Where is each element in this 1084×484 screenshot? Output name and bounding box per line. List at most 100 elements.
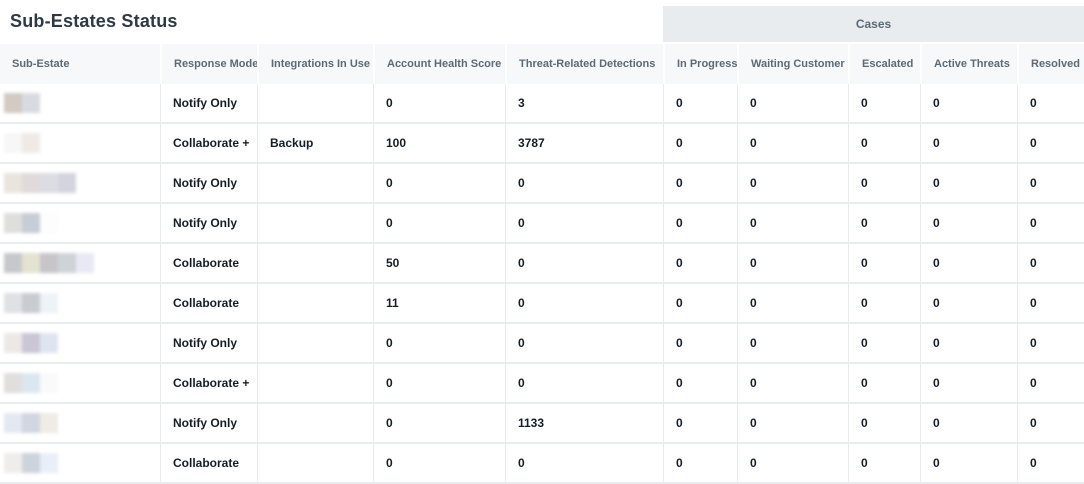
threat-related-detections-cell: 0 xyxy=(505,284,663,322)
page-title: Sub-Estates Status xyxy=(0,0,663,44)
cases-resolved-cell: 0 xyxy=(1017,364,1084,402)
threat-related-detections-cell: 1133 xyxy=(505,404,663,442)
cases-group-header: Cases xyxy=(663,6,1084,44)
response-mode-cell: Collaborate + xyxy=(160,124,257,162)
response-mode-cell: Collaborate xyxy=(160,284,257,322)
redacted-sub-estate-name xyxy=(4,293,58,313)
cases-escalated-cell: 0 xyxy=(848,164,920,202)
column-header-active-threats: Active Threats xyxy=(920,44,1017,84)
cases-in-progress-cell: 0 xyxy=(663,204,737,242)
account-health-score-cell: 11 xyxy=(373,284,505,322)
cases-escalated-cell: 0 xyxy=(848,84,920,122)
threat-related-detections-cell: 3787 xyxy=(505,124,663,162)
column-header-waiting-customer: Waiting Customer xyxy=(737,44,848,84)
column-header-account-health-score: Account Health Score xyxy=(373,44,505,84)
sub-estates-status-panel: Sub-Estates Status Cases Sub-Estate Resp… xyxy=(0,0,1084,484)
column-header-response-mode: Response Mode xyxy=(160,44,257,84)
redacted-sub-estate-name xyxy=(4,213,58,233)
sub-estate-cell xyxy=(0,284,160,322)
cases-in-progress-cell: 0 xyxy=(663,284,737,322)
cases-escalated-cell: 0 xyxy=(848,404,920,442)
table-row[interactable]: Collaborate + 0 0 0 0 0 0 0 xyxy=(0,364,1084,404)
cases-escalated-cell: 0 xyxy=(848,204,920,242)
sub-estate-cell xyxy=(0,244,160,282)
cases-active-threats-cell: 0 xyxy=(920,284,1017,322)
sub-estate-cell xyxy=(0,444,160,482)
cases-active-threats-cell: 0 xyxy=(920,324,1017,362)
account-health-score-cell: 0 xyxy=(373,364,505,402)
response-mode-cell: Collaborate xyxy=(160,444,257,482)
threat-related-detections-cell: 0 xyxy=(505,164,663,202)
sub-estate-cell xyxy=(0,164,160,202)
cases-in-progress-cell: 0 xyxy=(663,324,737,362)
cases-in-progress-cell: 0 xyxy=(663,124,737,162)
table-row[interactable]: Collaborate + Backup 100 3787 0 0 0 0 0 xyxy=(0,124,1084,164)
cases-active-threats-cell: 0 xyxy=(920,444,1017,482)
integrations-in-use-cell xyxy=(257,284,373,322)
cases-waiting-customer-cell: 0 xyxy=(737,84,848,122)
cases-escalated-cell: 0 xyxy=(848,324,920,362)
account-health-score-cell: 0 xyxy=(373,404,505,442)
table-row[interactable]: Collaborate 11 0 0 0 0 0 0 xyxy=(0,284,1084,324)
sub-estate-cell xyxy=(0,324,160,362)
cases-active-threats-cell: 0 xyxy=(920,244,1017,282)
table-row[interactable]: Notify Only 0 3 0 0 0 0 0 xyxy=(0,84,1084,124)
cases-active-threats-cell: 0 xyxy=(920,364,1017,402)
integrations-in-use-cell xyxy=(257,324,373,362)
cases-waiting-customer-cell: 0 xyxy=(737,124,848,162)
integrations-in-use-cell xyxy=(257,364,373,402)
table-row[interactable]: Notify Only 0 0 0 0 0 0 0 xyxy=(0,204,1084,244)
cases-resolved-cell: 0 xyxy=(1017,164,1084,202)
account-health-score-cell: 0 xyxy=(373,444,505,482)
account-health-score-cell: 0 xyxy=(373,324,505,362)
cases-waiting-customer-cell: 0 xyxy=(737,324,848,362)
sub-estate-cell xyxy=(0,124,160,162)
cases-waiting-customer-cell: 0 xyxy=(737,444,848,482)
redacted-sub-estate-name xyxy=(4,253,94,273)
cases-escalated-cell: 0 xyxy=(848,124,920,162)
cases-in-progress-cell: 0 xyxy=(663,244,737,282)
response-mode-cell: Collaborate + xyxy=(160,364,257,402)
cases-in-progress-cell: 0 xyxy=(663,84,737,122)
response-mode-cell: Notify Only xyxy=(160,84,257,122)
response-mode-cell: Notify Only xyxy=(160,404,257,442)
cases-in-progress-cell: 0 xyxy=(663,404,737,442)
integrations-in-use-cell: Backup xyxy=(257,124,373,162)
table-row[interactable]: Collaborate 50 0 0 0 0 0 0 xyxy=(0,244,1084,284)
cases-group-label: Cases xyxy=(856,17,891,31)
cases-waiting-customer-cell: 0 xyxy=(737,284,848,322)
column-header-integrations-in-use: Integrations In Use xyxy=(257,44,373,84)
integrations-in-use-cell xyxy=(257,164,373,202)
cases-escalated-cell: 0 xyxy=(848,244,920,282)
column-header-sub-estate: Sub-Estate xyxy=(0,44,160,84)
cases-active-threats-cell: 0 xyxy=(920,124,1017,162)
redacted-sub-estate-name xyxy=(4,453,58,473)
cases-escalated-cell: 0 xyxy=(848,444,920,482)
cases-waiting-customer-cell: 0 xyxy=(737,164,848,202)
cases-escalated-cell: 0 xyxy=(848,284,920,322)
sub-estate-cell xyxy=(0,364,160,402)
cases-resolved-cell: 0 xyxy=(1017,244,1084,282)
table-row[interactable]: Notify Only 0 0 0 0 0 0 0 xyxy=(0,324,1084,364)
redacted-sub-estate-name xyxy=(4,93,40,113)
sub-estate-cell xyxy=(0,404,160,442)
cases-in-progress-cell: 0 xyxy=(663,444,737,482)
integrations-in-use-cell xyxy=(257,244,373,282)
table-row[interactable]: Notify Only 0 0 0 0 0 0 0 xyxy=(0,164,1084,204)
threat-related-detections-cell: 0 xyxy=(505,324,663,362)
response-mode-cell: Collaborate xyxy=(160,244,257,282)
column-header-resolved: Resolved xyxy=(1017,44,1084,84)
table-row[interactable]: Notify Only 0 1133 0 0 0 0 0 xyxy=(0,404,1084,444)
table-header-row: Sub-Estate Response Mode Integrations In… xyxy=(0,44,1084,84)
response-mode-cell: Notify Only xyxy=(160,324,257,362)
cases-active-threats-cell: 0 xyxy=(920,164,1017,202)
response-mode-cell: Notify Only xyxy=(160,204,257,242)
table-row[interactable]: Collaborate 0 0 0 0 0 0 0 xyxy=(0,444,1084,484)
redacted-sub-estate-name xyxy=(4,373,58,393)
cases-active-threats-cell: 0 xyxy=(920,84,1017,122)
integrations-in-use-cell xyxy=(257,444,373,482)
integrations-in-use-cell xyxy=(257,84,373,122)
panel-top-bar: Sub-Estates Status Cases xyxy=(0,0,1084,44)
cases-escalated-cell: 0 xyxy=(848,364,920,402)
column-header-escalated: Escalated xyxy=(848,44,920,84)
